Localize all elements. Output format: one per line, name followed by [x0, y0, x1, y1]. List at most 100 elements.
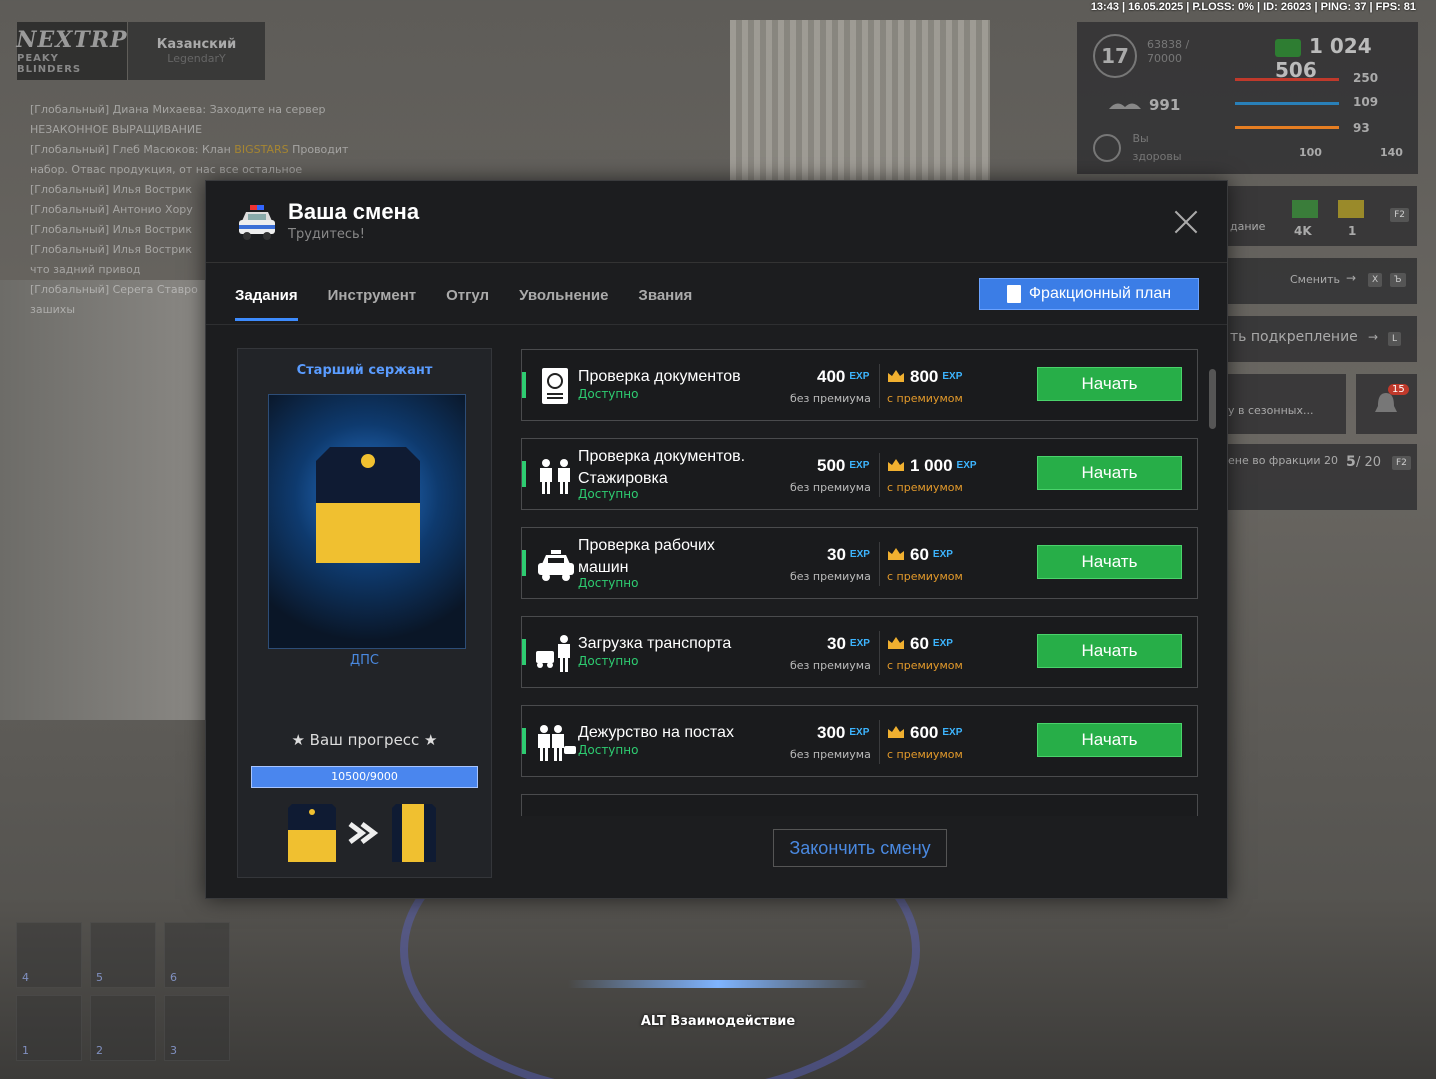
rank-unit: ДПС — [349, 653, 379, 668]
crown-icon — [888, 726, 904, 738]
server-logo: NEXTRP PEAKY BLINDERS — [16, 22, 128, 80]
task-status: Доступно — [578, 576, 639, 590]
heart-icon — [1093, 134, 1121, 162]
chat-line: набор. Отвас продукция, от нас все остал… — [30, 163, 303, 176]
tab-tasks[interactable]: Задания — [235, 287, 298, 321]
rank-progress-text: 10500/9000 — [331, 770, 398, 783]
guard-icon — [538, 725, 576, 761]
tasks-scrollbar[interactable] — [1209, 369, 1216, 429]
season-card[interactable]: у в сезонных... — [1228, 374, 1346, 434]
task-name: Проверка документов. Стажировка — [578, 448, 746, 487]
task-status: Доступно — [578, 487, 639, 501]
reward-basic: 300 EXP — [817, 723, 870, 742]
cash-icon — [1292, 200, 1318, 218]
tab-dismissal[interactable]: Увольнение — [519, 287, 608, 321]
notifications-card[interactable]: 15 — [1356, 374, 1417, 434]
reward-premium-caption: с премиумом — [887, 481, 963, 494]
task-name: Проверка рабочих машин — [578, 537, 715, 576]
hotbar-slot[interactable]: 5 — [90, 922, 156, 988]
document-icon — [1006, 285, 1021, 303]
start-task-button[interactable]: Начать — [1037, 723, 1182, 757]
interaction-glow — [568, 980, 868, 988]
logo-text: NEXTRP — [16, 27, 128, 53]
tab-bar: Задания Инструмент Отгул Увольнение Зван… — [235, 287, 722, 321]
reward-premium: 60 EXP — [888, 545, 953, 565]
notification-count: 15 — [1388, 384, 1409, 395]
stat-value: 93 — [1353, 121, 1370, 135]
reward-basic-caption: без премиума — [790, 659, 871, 672]
bonus-card[interactable]: дание 4K 1 F2 — [1228, 186, 1417, 246]
armor-value: 100 — [1299, 146, 1322, 159]
crown-icon — [888, 459, 904, 471]
task-row: Проверка рабочих машин Доступно 30 EXP без… — [521, 527, 1198, 599]
tab-ranks[interactable]: Звания — [638, 287, 692, 321]
modal-header: Ваша смена Трудитесь! — [206, 181, 1227, 263]
clan-tag: BIGSTARS — [234, 143, 289, 156]
faction-card[interactable]: ене во фракции 20 5 / 20 F2 — [1228, 444, 1417, 510]
chat-line: [Глобальный] Глеб Масюков: Клан BIGSTARS… — [30, 143, 349, 156]
loading-icon — [536, 635, 570, 672]
hotbar-slot[interactable]: 6 — [164, 922, 230, 988]
chat-line: НЕЗАКОННОЕ ВЫРАЩИВАНИЕ — [30, 123, 203, 136]
officers-icon — [540, 459, 570, 494]
epaulette-icon — [316, 447, 420, 563]
reward-basic-caption: без премиума — [790, 481, 871, 494]
task-status: Доступно — [578, 743, 639, 757]
hotbar-slot[interactable]: 4 — [16, 922, 82, 988]
task-name: Загрузка транспорта — [578, 635, 732, 652]
rank-image — [268, 394, 466, 649]
police-car-icon — [239, 205, 275, 240]
end-shift-button[interactable]: Закончить смену — [773, 829, 947, 867]
task-name: Проверка документов — [578, 368, 741, 385]
change-card[interactable]: Сменить → X Ъ — [1228, 258, 1417, 304]
backup-card[interactable]: ть подкрепление → L — [1228, 316, 1417, 362]
modal-title: Ваша смена — [288, 199, 420, 224]
reward-basic: 500 EXP — [817, 456, 870, 475]
wings-icon — [1109, 102, 1141, 109]
background-window — [730, 20, 990, 180]
start-task-button[interactable]: Начать — [1037, 545, 1182, 579]
tab-leave[interactable]: Отгул — [446, 287, 489, 321]
reward-basic-caption: без премиума — [790, 392, 871, 405]
rank-card: Старший сержант ДПС ★ Ваш прогресс ★ 105… — [237, 348, 492, 878]
crown-icon — [888, 637, 904, 649]
stat-value: 109 — [1353, 95, 1379, 109]
start-task-button[interactable]: Начать — [1037, 456, 1182, 490]
reward-premium: 800 EXP — [888, 367, 962, 387]
gold-cash-icon — [1338, 200, 1364, 218]
player-hud: 17 63838 /70000 1 024 506 250 109 93 991… — [1077, 22, 1418, 174]
reward-premium-caption: с премиумом — [887, 748, 963, 761]
task-row: Загрузка транспорта Доступно 30 EXP без п… — [521, 616, 1198, 688]
reward-divider — [879, 631, 880, 675]
server-info: Казанский LegendarY — [128, 22, 265, 80]
modal-subtitle: Трудитесь! — [288, 227, 365, 242]
thirst-bar — [1235, 102, 1339, 105]
reward-premium: 600 EXP — [888, 723, 962, 743]
start-task-button[interactable]: Начать — [1037, 634, 1182, 668]
task-row: Проверка документов Доступно 400 EXP без … — [521, 349, 1198, 421]
money-display: 1 024 506 — [1275, 34, 1372, 82]
shift-modal: Ваша смена Трудитесь! Задания Инструмент… — [205, 180, 1228, 899]
rank-name: Старший сержант — [296, 363, 433, 378]
reward-divider — [879, 720, 880, 764]
background-wall — [0, 280, 205, 720]
task-row-clipped — [521, 794, 1198, 816]
close-button[interactable] — [1173, 209, 1199, 235]
reward-premium: 60 EXP — [888, 634, 953, 654]
server-name: Казанский — [156, 37, 237, 52]
start-task-button[interactable]: Начать — [1037, 367, 1182, 401]
reward-premium-caption: с премиумом — [887, 570, 963, 583]
health-bar — [1235, 78, 1339, 81]
money-icon — [1275, 38, 1301, 57]
task-status: Доступно — [578, 654, 639, 668]
shield-value: 140 — [1380, 146, 1403, 159]
reward-premium: 1 000 EXP — [888, 456, 977, 476]
reward-divider — [879, 364, 880, 408]
reward-basic: 30 EXP — [827, 634, 870, 653]
interaction-hint: ALT Взаимодействие — [640, 1014, 796, 1029]
reward-basic: 30 EXP — [827, 545, 870, 564]
faction-plan-button[interactable]: Фракционный план — [979, 278, 1199, 310]
task-row: Дежурство на постах Доступно 300 EXP без … — [521, 705, 1198, 777]
tab-tools[interactable]: Инструмент — [328, 287, 416, 321]
health-status: Вы здоровы — [1093, 130, 1182, 166]
